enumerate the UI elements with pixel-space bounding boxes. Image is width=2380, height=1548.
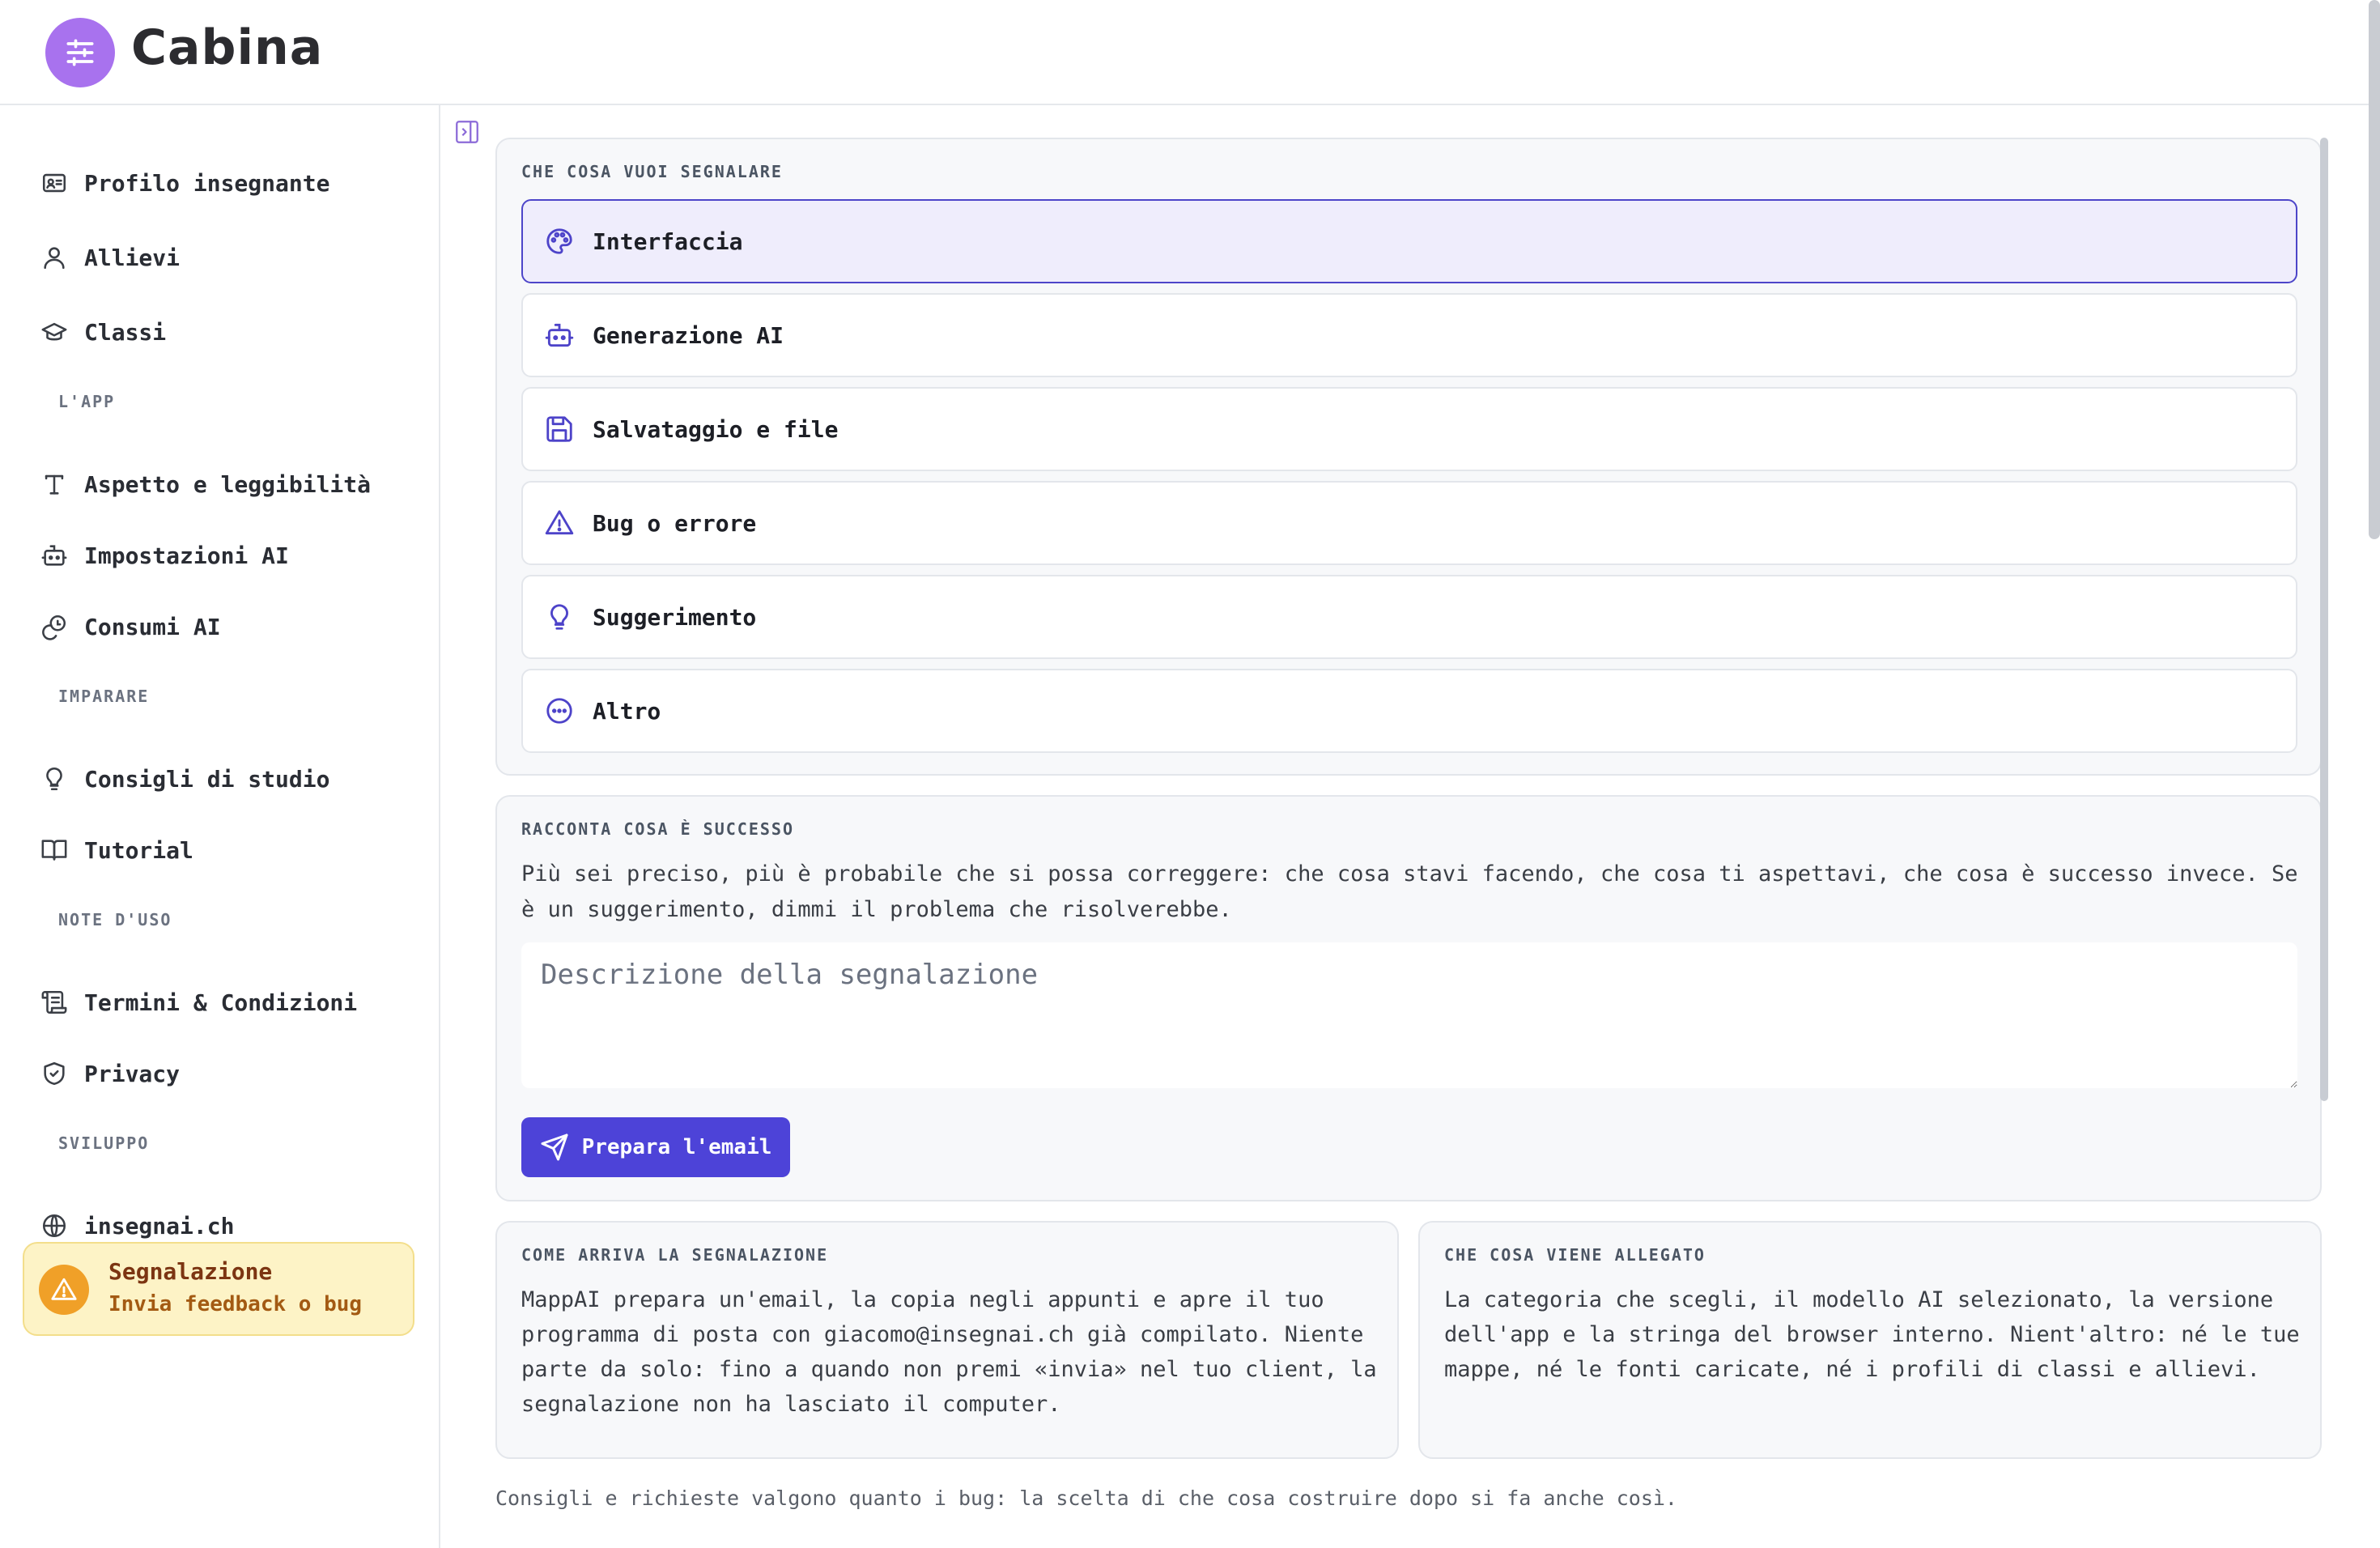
coins-icon (42, 615, 66, 640)
sidebar-item-allievi[interactable]: Allievi (40, 238, 180, 277)
how-line: programma di posta con giacomo@insegnai.… (521, 1322, 1364, 1347)
page-scrollbar[interactable] (2369, 0, 2380, 539)
sidebar-item-consumi-ai[interactable]: Consumi AI (40, 607, 221, 646)
attached-card: CHE COSA VIENE ALLEGATO La categoria che… (1418, 1221, 2322, 1459)
warning-icon (545, 510, 574, 535)
sidebar-item-label: Termini & Condizioni (84, 989, 358, 1016)
sidebar-item-insegnai[interactable]: insegnai.ch (40, 1206, 234, 1245)
sidebar-item-termini[interactable]: Termini & Condizioni (40, 983, 357, 1022)
attached-line: La categoria che scegli, il modello AI s… (1444, 1287, 2274, 1312)
sidebar-item-label: Privacy (84, 1060, 181, 1087)
attached-line: mappe, né le fonti caricate, né i profil… (1444, 1357, 2260, 1382)
option-bug[interactable]: Bug o errore (521, 481, 2297, 565)
how-line: segnalazione non ha lasciato il computer… (521, 1392, 1061, 1417)
option-salvataggio[interactable]: Salvataggio e file (521, 387, 2297, 471)
palette-icon (546, 228, 572, 254)
footer-note: Consigli e richieste valgono quanto i bu… (495, 1486, 1677, 1510)
user-icon (44, 247, 65, 270)
sidebar-toggle-icon[interactable] (453, 118, 481, 146)
app-header: Cabina (0, 0, 2380, 105)
section-title-app: L'APP (58, 392, 116, 411)
save-icon (546, 416, 572, 442)
option-label: Suggerimento (593, 603, 757, 631)
graduation-cap-icon (41, 322, 67, 341)
sidebar-item-label: Consumi AI (84, 613, 221, 640)
warning-icon (39, 1265, 89, 1315)
attached-title: CHE COSA VIENE ALLEGATO (1444, 1245, 1706, 1265)
sidebar-item-label: Impostazioni AI (84, 542, 289, 569)
sidebar-item-consigli[interactable]: Consigli di studio (40, 759, 329, 798)
type-icon (45, 474, 64, 495)
description-textarea[interactable] (521, 942, 2297, 1088)
section-title-imparare: IMPARARE (58, 687, 150, 706)
sidebar-item-privacy[interactable]: Privacy (40, 1054, 180, 1093)
sidebar-active-subtitle: Invia feedback o bug (108, 1292, 363, 1316)
sidebar-item-segnalazione[interactable]: Segnalazione Invia feedback o bug (23, 1242, 414, 1336)
app-title: Cabina (131, 19, 324, 76)
option-label: Interfaccia (593, 228, 743, 255)
option-interfaccia[interactable]: Interfaccia (521, 199, 2297, 283)
sliders-icon (45, 18, 115, 87)
sidebar-item-impostazioni-ai[interactable]: Impostazioni AI (40, 536, 289, 575)
option-label: Generazione AI (593, 321, 784, 349)
sidebar-item-label: Tutorial (84, 836, 193, 864)
section-title-sviluppo: SVILUPPO (58, 1133, 150, 1153)
attached-line: dell'app e la stringa del browser intern… (1444, 1322, 2300, 1347)
sidebar-item-label: Allievi (84, 244, 181, 271)
sidebar-item-label: Consigli di studio (84, 765, 330, 793)
how-text: MappAI prepara un'email, la copia negli … (521, 1282, 1377, 1422)
lightbulb-icon (46, 767, 62, 791)
option-label: Salvataggio e file (593, 415, 839, 443)
content-scrollbar[interactable] (2320, 138, 2328, 1101)
how-line: parte da solo: fino a quando non premi «… (521, 1357, 1377, 1382)
id-card-icon (42, 173, 66, 193)
option-label: Bug o errore (593, 509, 757, 537)
describe-help: Più sei preciso, più è probabile che si … (521, 861, 2298, 922)
describe-label: RACCONTA COSA È SUCCESSO (521, 819, 794, 839)
how-line: MappAI prepara un'email, la copia negli … (521, 1287, 1324, 1312)
how-card: COME ARRIVA LA SEGNALAZIONE MappAI prepa… (495, 1221, 1399, 1459)
option-label: Altro (593, 697, 661, 725)
sidebar-item-label: Profilo insegnante (84, 169, 330, 197)
section-title-note: NOTE D'USO (58, 910, 172, 929)
sidebar-item-label: Aspetto e leggibilità (84, 470, 372, 498)
option-altro[interactable]: Altro (521, 669, 2297, 753)
globe-icon (42, 1214, 66, 1238)
sidebar-item-aspetto[interactable]: Aspetto e leggibilità (40, 465, 371, 504)
bot-icon (41, 545, 67, 566)
scroll-icon (41, 990, 67, 1014)
description-card: RACCONTA COSA È SUCCESSO Più sei preciso… (495, 795, 2322, 1201)
lightbulb-icon (550, 604, 568, 630)
shield-check-icon (44, 1061, 65, 1086)
sidebar-item-label: Classi (84, 318, 167, 346)
sidebar-active-title: Segnalazione (108, 1258, 273, 1285)
more-icon (546, 698, 572, 724)
how-title: COME ARRIVA LA SEGNALAZIONE (521, 1245, 829, 1265)
send-icon (541, 1133, 568, 1161)
sidebar-item-tutorial[interactable]: Tutorial (40, 831, 193, 870)
sidebar-item-label: insegnai.ch (84, 1212, 235, 1240)
sidebar-item-classi[interactable]: Classi (40, 313, 166, 351)
option-suggerimento[interactable]: Suggerimento (521, 575, 2297, 659)
send-label: Prepara l'email (581, 1135, 772, 1159)
bot-icon (545, 323, 574, 347)
category-card: CHE COSA VUOI SEGNALARE Interfaccia Gene… (495, 138, 2322, 776)
book-open-icon (41, 840, 67, 861)
sidebar: Profilo insegnante Allievi Classi L'APP … (0, 105, 440, 1548)
prepare-email-button[interactable]: Prepara l'email (521, 1117, 790, 1177)
attached-text: La categoria che scegli, il modello AI s… (1444, 1282, 2300, 1387)
option-generazione-ai[interactable]: Generazione AI (521, 293, 2297, 377)
category-label: CHE COSA VUOI SEGNALARE (521, 162, 783, 181)
sidebar-item-profilo[interactable]: Profilo insegnante (40, 164, 329, 202)
